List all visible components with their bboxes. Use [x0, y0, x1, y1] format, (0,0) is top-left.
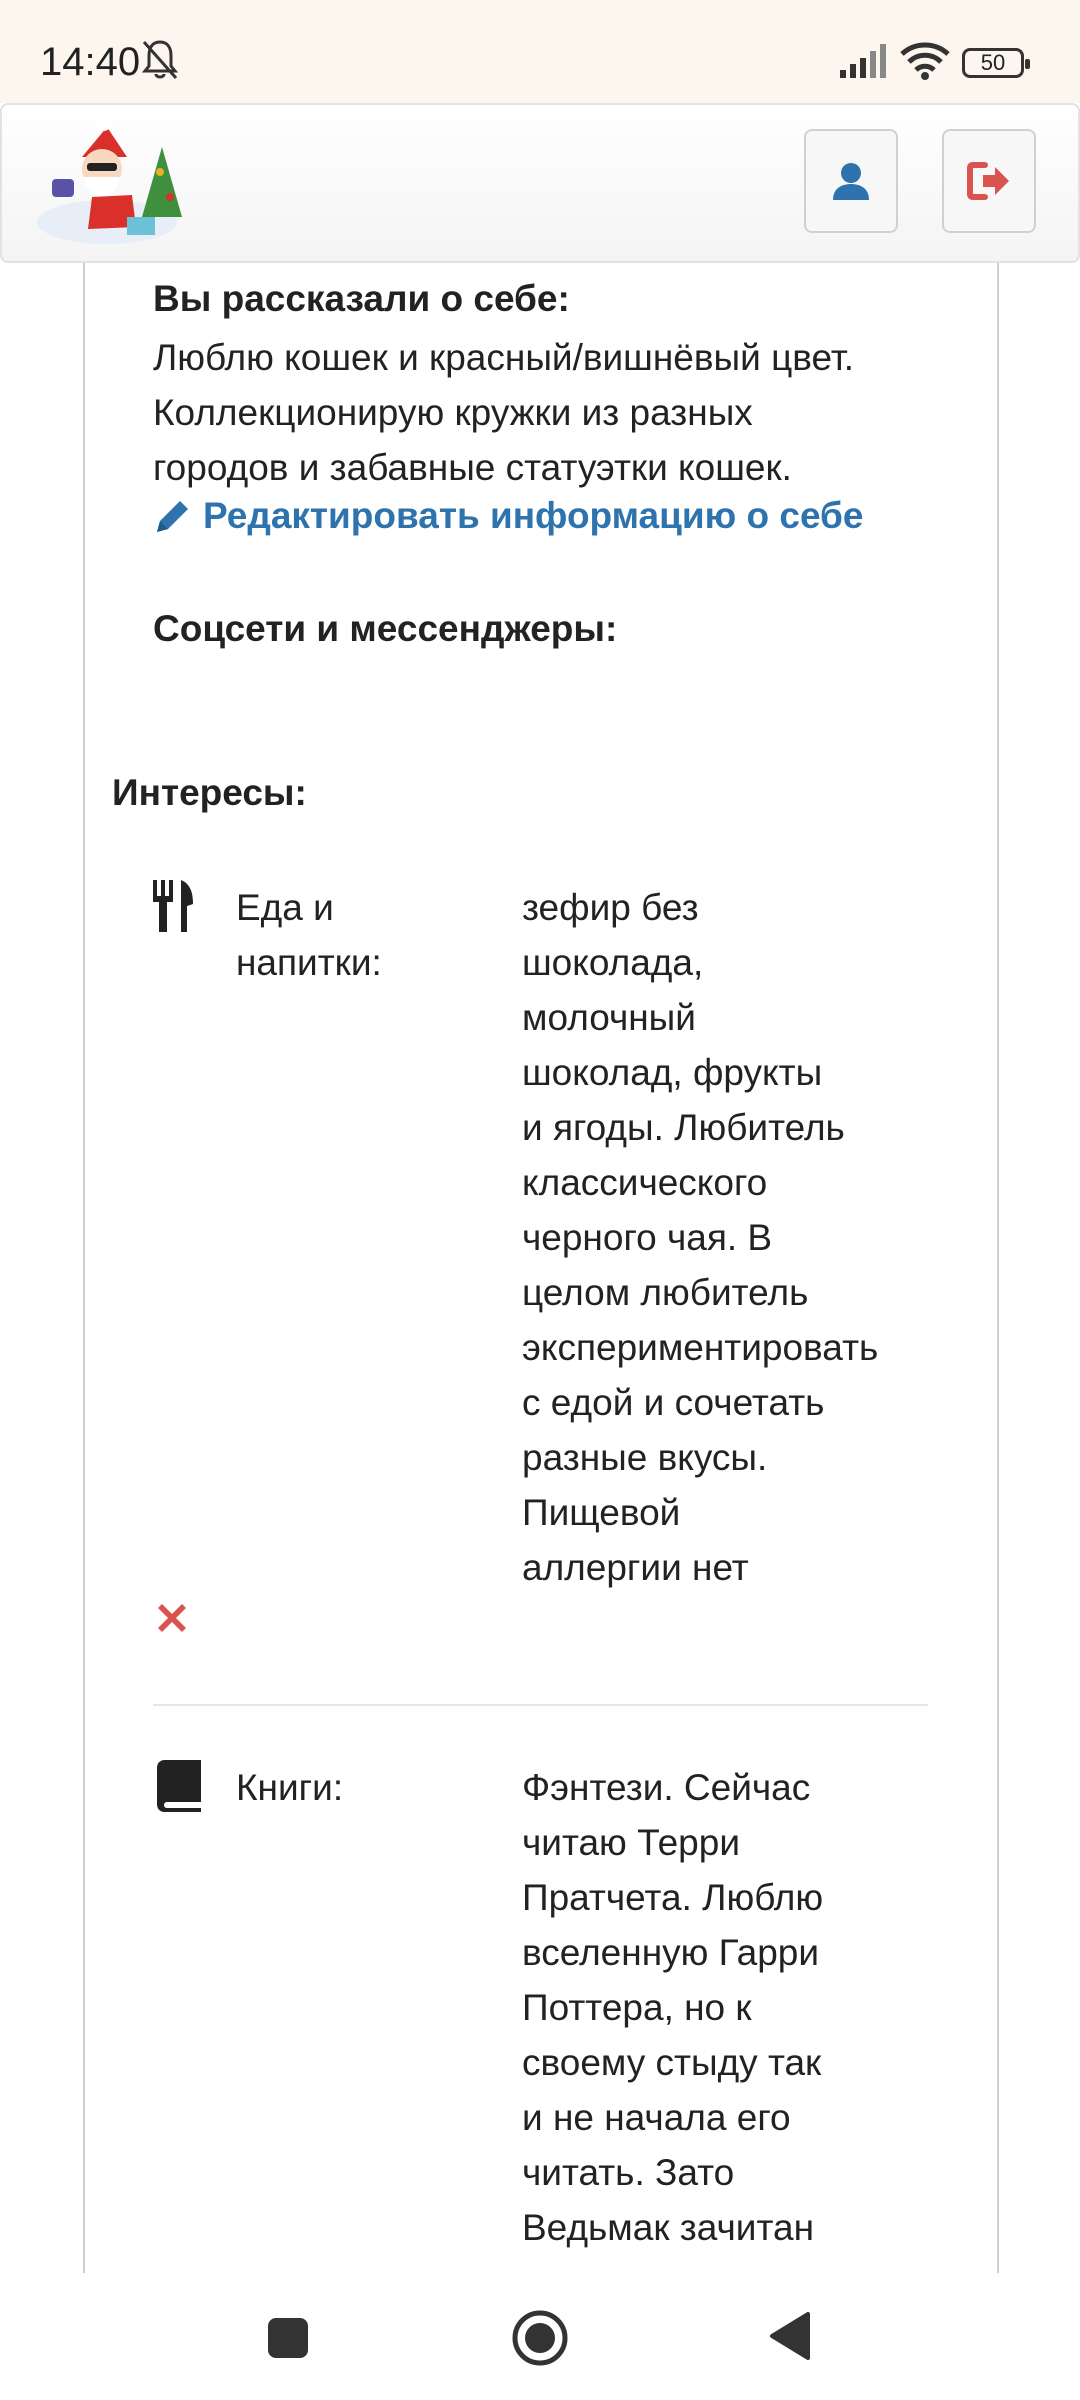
interest-value-line: читать. Зато: [522, 2152, 735, 2193]
signal-icon: [840, 44, 888, 83]
interest-label: Еда и напитки:: [236, 880, 466, 990]
about-line: Люблю кошек и красный/вишнёвый цвет.: [153, 337, 854, 378]
remove-interest-icon[interactable]: [154, 1600, 190, 1641]
interest-value-line: Ведьмак зачитан: [522, 2207, 815, 2248]
profile-button[interactable]: [804, 129, 898, 233]
interest-value-line: аллергии нет: [522, 1547, 749, 1588]
social-title: Соцсети и мессенджеры:: [153, 608, 618, 649]
interest-value-line: вселенную Гарри: [522, 1932, 820, 1973]
interest-value-line: молочный: [522, 997, 696, 1038]
interest-value-line: читаю Терри: [522, 1822, 741, 1863]
logout-button[interactable]: [942, 129, 1036, 233]
interests-title: Интересы:: [112, 772, 307, 813]
interest-value-line: черного чая. В: [522, 1217, 773, 1258]
interest-value-line: разные вкусы.: [522, 1437, 768, 1478]
interest-label-line: напитки:: [236, 942, 382, 983]
santa-logo[interactable]: [32, 117, 192, 252]
interest-value: зефир без шоколада, молочный шоколад, фр…: [522, 880, 922, 1595]
interest-value-line: зефир без: [522, 887, 699, 928]
interest-label: Книги:: [236, 1760, 466, 1815]
interest-value-line: и не начала его: [522, 2097, 791, 2138]
user-icon: [833, 163, 869, 200]
book-icon: [155, 1760, 203, 1817]
edit-about-link[interactable]: Редактировать информацию о себе: [153, 495, 863, 537]
battery-icon: 50: [962, 48, 1030, 78]
home-button[interactable]: [510, 2308, 570, 2373]
status-time: 14:40: [40, 40, 141, 84]
edit-about-label: Редактировать информацию о себе: [203, 495, 864, 536]
interest-value-line: Фэнтези. Сейчас: [522, 1767, 811, 1808]
interest-value-line: целом любитель: [522, 1272, 809, 1313]
about-line: Коллекционирую кружки из разных: [153, 392, 753, 433]
interest-label-line: Книги:: [236, 1767, 344, 1808]
pencil-icon: [157, 501, 188, 532]
interest-value-line: экспериментировать: [522, 1327, 879, 1368]
back-button[interactable]: [768, 2310, 812, 2367]
bell-off-icon: [140, 38, 180, 87]
cutlery-icon: [151, 880, 195, 937]
interest-value-line: Пищевой: [522, 1492, 681, 1533]
about-text: Люблю кошек и красный/вишнёвый цвет. Кол…: [153, 330, 953, 495]
divider: [153, 1704, 928, 1706]
interest-value-line: Пратчета. Люблю: [522, 1877, 824, 1918]
header-navbar: [0, 103, 1080, 263]
wifi-icon: [900, 42, 950, 85]
sign-out-icon: [967, 162, 1009, 200]
interest-value-line: с едой и сочетать: [522, 1382, 825, 1423]
recent-apps-button[interactable]: [268, 2318, 308, 2358]
interest-value-line: классического: [522, 1162, 768, 1203]
interest-value-line: шоколад, фрукты: [522, 1052, 823, 1093]
interest-value-line: своему стыду так: [522, 2042, 822, 2083]
interest-value-line: и ягоды. Любитель: [522, 1107, 845, 1148]
interest-value-line: шоколада,: [522, 942, 704, 983]
status-bar: 14:40 50: [0, 0, 1080, 103]
about-title: Вы рассказали о себе:: [153, 278, 570, 319]
interest-value: Фэнтези. Сейчас читаю Терри Пратчета. Лю…: [522, 1760, 922, 2255]
about-line: городов и забавные статуэтки кошек.: [153, 447, 792, 488]
interest-value-line: Поттера, но к: [522, 1987, 752, 2028]
interest-label-line: Еда и: [236, 887, 334, 928]
